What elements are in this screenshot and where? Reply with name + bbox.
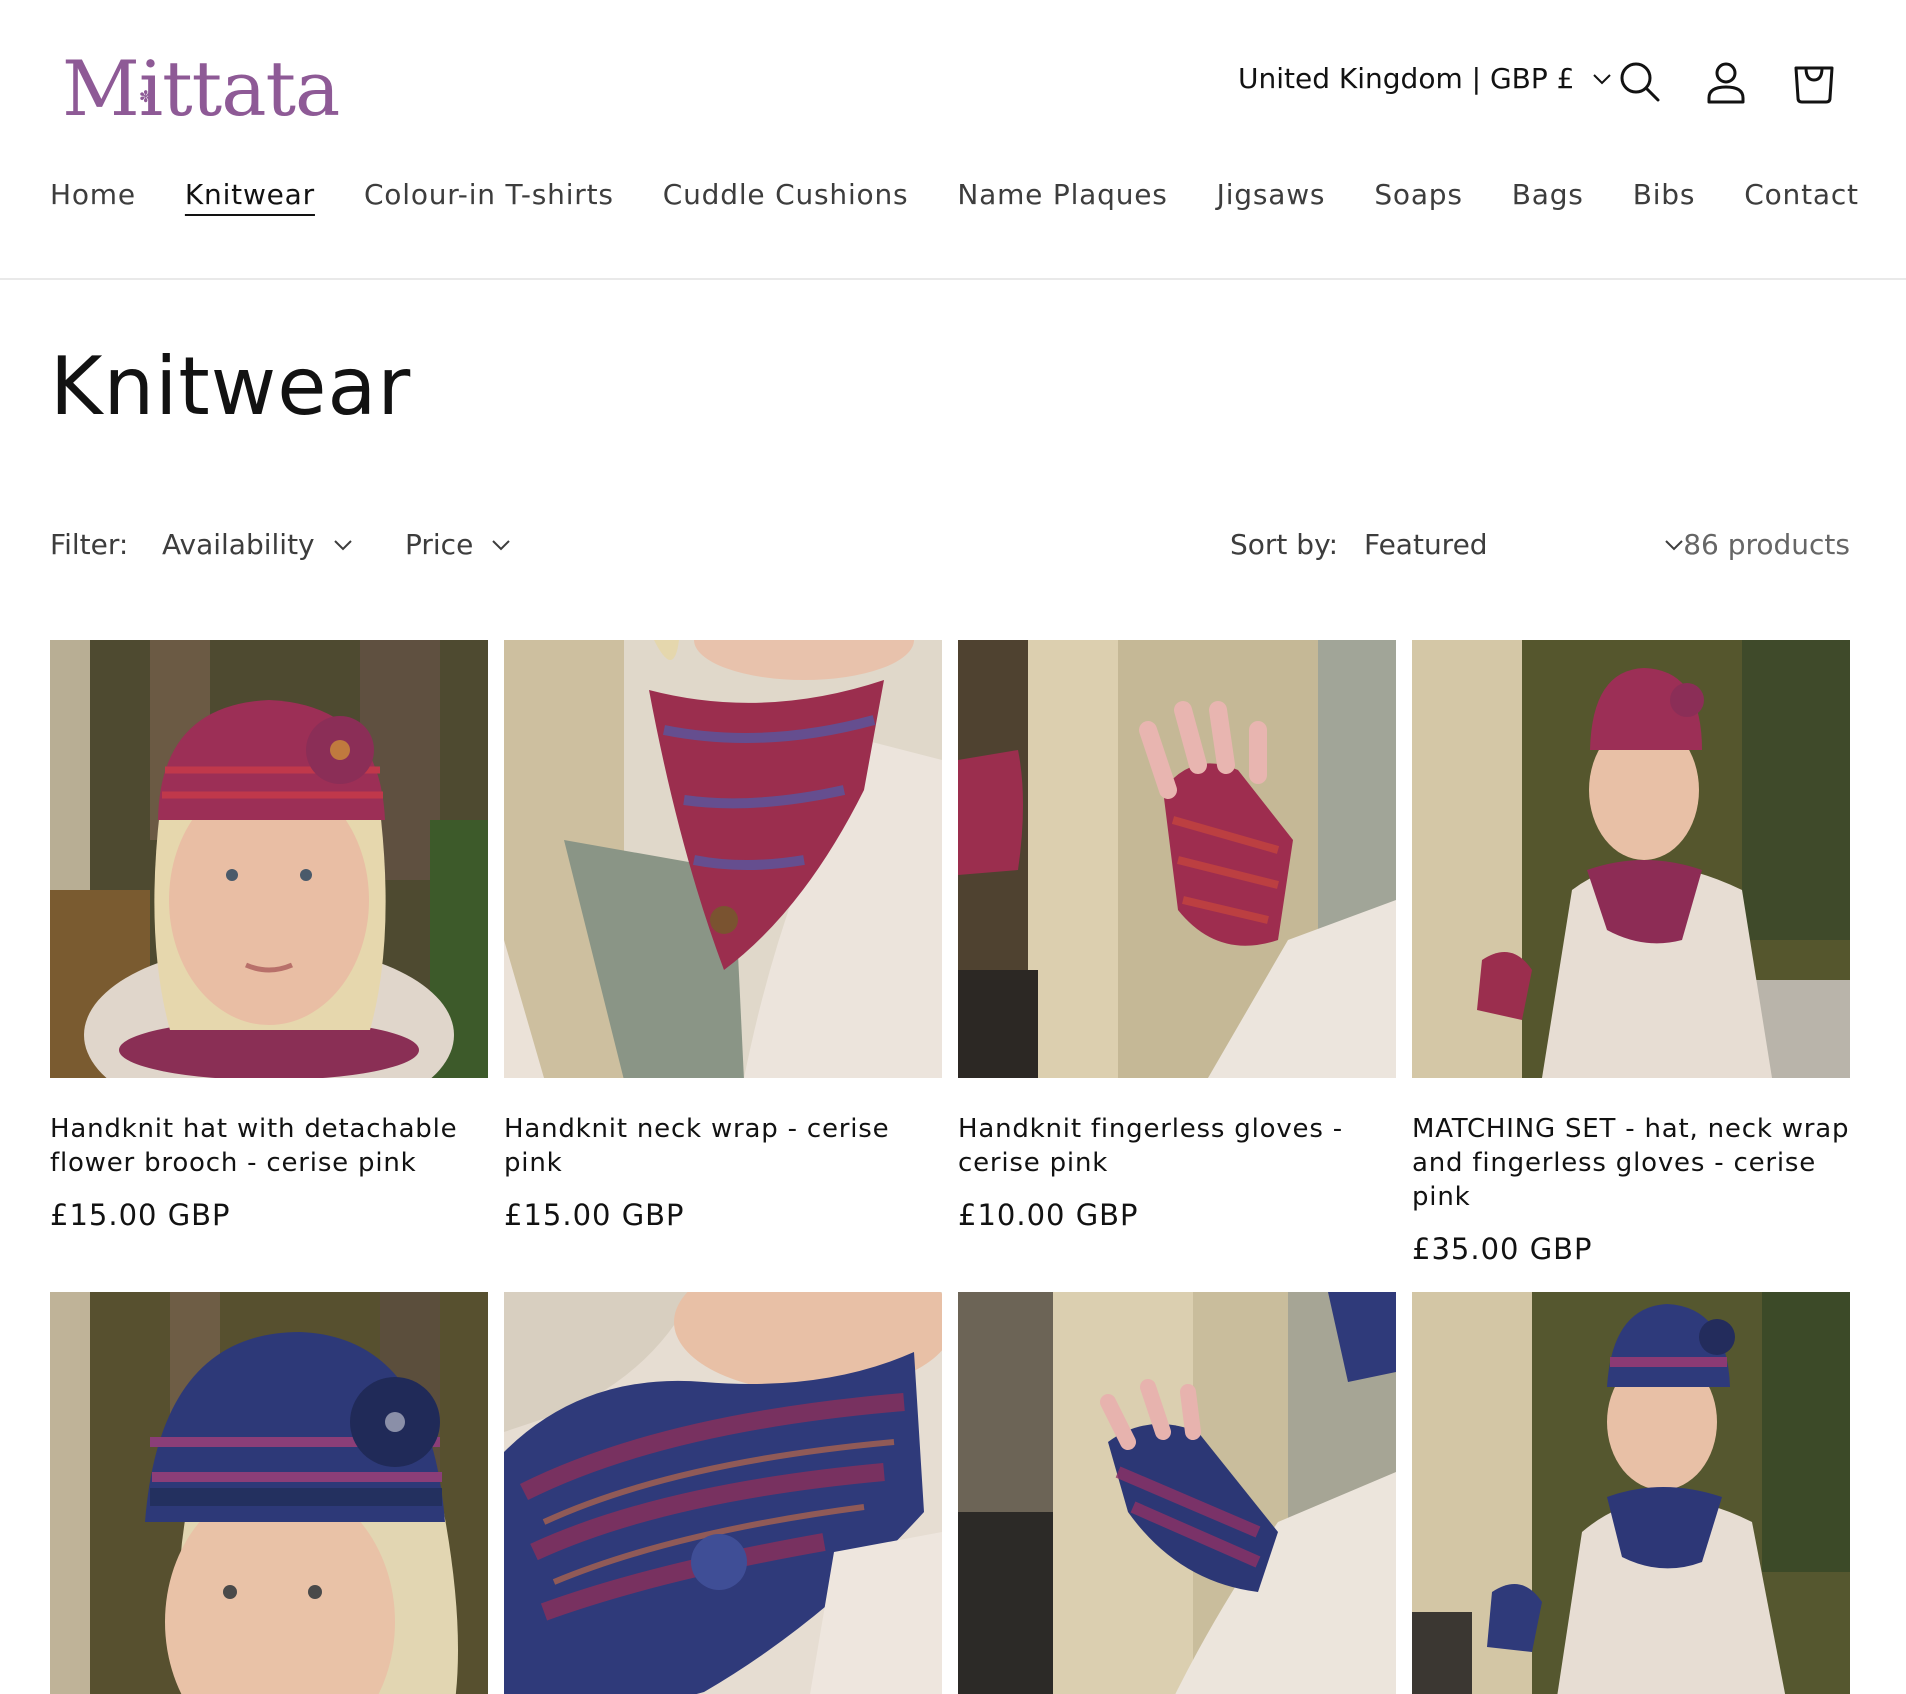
search-icon[interactable] (1616, 58, 1664, 106)
product-title[interactable]: Handknit hat with detachable flower broo… (50, 1112, 488, 1180)
nav-item-knitwear[interactable]: Knitwear (185, 178, 315, 211)
logo-text: Mittata (62, 44, 340, 133)
chevron-down-icon (333, 539, 352, 550)
sort-value: Featured (1364, 528, 1488, 561)
price-filter-label: Price (405, 528, 474, 561)
site-header: Mittata ✽ United Kingdom | GBP £ Home Kn… (0, 0, 1906, 280)
filter-bar: Filter: Availability Price Sort by: Feat… (50, 528, 1850, 568)
nav-item-contact[interactable]: Contact (1744, 178, 1859, 211)
product-image[interactable] (1412, 640, 1850, 1078)
nav-item-home[interactable]: Home (50, 178, 136, 211)
cart-icon[interactable] (1790, 58, 1838, 106)
product-image[interactable] (958, 640, 1396, 1078)
chevron-down-icon (1665, 539, 1683, 550)
product-price: £35.00 GBP (1412, 1232, 1593, 1266)
product-card[interactable] (504, 1292, 942, 1694)
nav-item-name-plaques[interactable]: Name Plaques (957, 178, 1167, 211)
product-image[interactable] (958, 1292, 1396, 1694)
availability-filter-label: Availability (162, 528, 315, 561)
product-card[interactable]: MATCHING SET - hat, neck wrap and finger… (1412, 640, 1850, 1266)
product-price: £10.00 GBP (958, 1198, 1139, 1232)
nav-item-bibs[interactable]: Bibs (1633, 178, 1696, 211)
logo-flower-icon: ✽ (139, 87, 152, 106)
product-image[interactable] (50, 640, 488, 1078)
product-title[interactable]: Handknit fingerless gloves - cerise pink (958, 1112, 1396, 1180)
product-image[interactable] (504, 1292, 942, 1694)
logo[interactable]: Mittata ✽ (62, 44, 340, 134)
product-card[interactable] (50, 1292, 488, 1694)
chevron-down-icon (492, 539, 511, 550)
nav-item-bags[interactable]: Bags (1512, 178, 1584, 211)
product-image[interactable] (504, 640, 942, 1078)
product-card[interactable]: Handknit hat with detachable flower broo… (50, 640, 488, 1232)
filter-label: Filter: (50, 528, 129, 561)
product-title[interactable]: Handknit neck wrap - cerise pink (504, 1112, 942, 1180)
product-card[interactable]: Handknit neck wrap - cerise pink £15.00 … (504, 640, 942, 1232)
product-price: £15.00 GBP (50, 1198, 231, 1232)
product-price: £15.00 GBP (504, 1198, 685, 1232)
sort-select[interactable]: Featured (1364, 528, 1684, 561)
nav-item-cuddle-cushions[interactable]: Cuddle Cushions (663, 178, 909, 211)
page-title: Knitwear (50, 340, 412, 433)
product-card[interactable] (1412, 1292, 1850, 1694)
product-image[interactable] (50, 1292, 488, 1694)
chevron-down-icon (1593, 73, 1612, 84)
country-currency-label: United Kingdom | GBP £ (1238, 62, 1575, 95)
nav-item-jigsaws[interactable]: Jigsaws (1217, 178, 1326, 211)
product-count: 86 products (1683, 528, 1850, 561)
nav-item-colour-in-t-shirts[interactable]: Colour-in T-shirts (364, 178, 614, 211)
availability-filter[interactable]: Availability (162, 528, 353, 561)
account-icon[interactable] (1702, 58, 1750, 106)
product-card[interactable] (958, 1292, 1396, 1694)
main-nav: Home Knitwear Colour-in T-shirts Cuddle … (50, 178, 1906, 211)
price-filter[interactable]: Price (405, 528, 511, 561)
sort-label: Sort by: (1230, 528, 1339, 561)
nav-item-soaps[interactable]: Soaps (1374, 178, 1462, 211)
product-image[interactable] (1412, 1292, 1850, 1694)
country-currency-selector[interactable]: United Kingdom | GBP £ (1238, 62, 1612, 95)
product-title[interactable]: MATCHING SET - hat, neck wrap and finger… (1412, 1112, 1850, 1214)
product-card[interactable]: Handknit fingerless gloves - cerise pink… (958, 640, 1396, 1232)
